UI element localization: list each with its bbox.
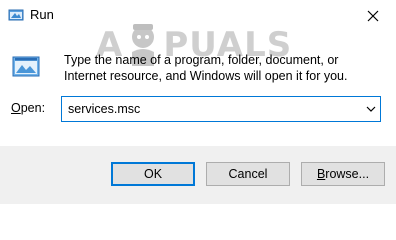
chevron-down-icon — [366, 106, 376, 112]
run-app-icon — [8, 9, 24, 21]
ok-button[interactable]: OK — [111, 162, 195, 186]
browse-label: rowse... — [325, 167, 370, 181]
run-icon — [12, 56, 40, 77]
button-bar: OK Cancel Browse... — [0, 146, 396, 204]
close-button[interactable] — [350, 0, 396, 31]
browse-accelerator: B — [316, 167, 326, 181]
open-label-text: pen: — [20, 101, 46, 115]
open-combobox[interactable]: services.msc — [61, 96, 381, 122]
open-label: Open: — [11, 101, 45, 115]
dialog-description: Type the name of a program, folder, docu… — [64, 53, 348, 83]
cancel-button[interactable]: Cancel — [206, 162, 290, 186]
window-title: Run — [30, 7, 54, 22]
close-icon — [367, 10, 379, 21]
open-label-accelerator: O — [11, 101, 21, 115]
browse-button[interactable]: Browse... — [301, 162, 385, 186]
dropdown-button[interactable] — [362, 97, 380, 121]
open-input[interactable]: services.msc — [68, 102, 140, 116]
